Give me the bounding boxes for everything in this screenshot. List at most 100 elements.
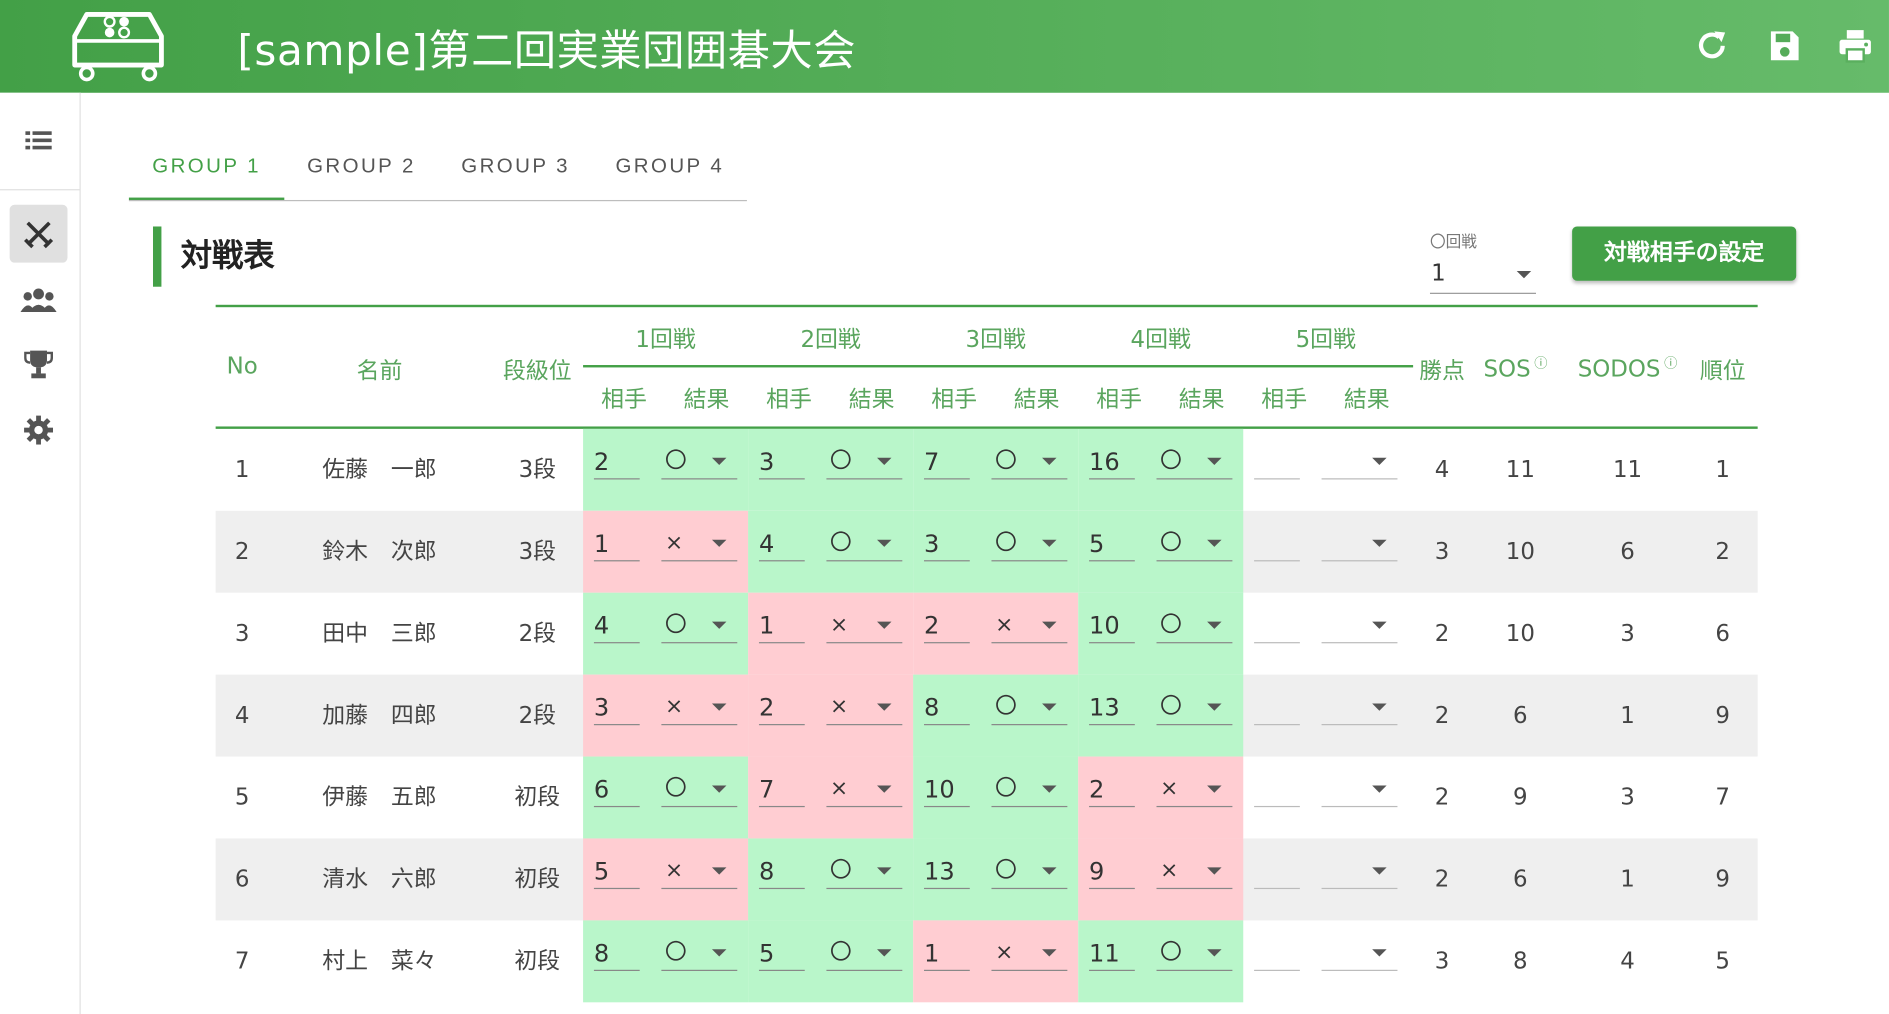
opponent-input[interactable]: 3	[924, 525, 970, 562]
result-select[interactable]: ×	[826, 607, 903, 644]
result-select[interactable]: 〇	[1156, 935, 1233, 971]
opponent-input[interactable]: 2	[758, 689, 805, 726]
result-select[interactable]: 〇	[826, 525, 903, 562]
opponent-input[interactable]: 7	[924, 443, 970, 480]
result-select[interactable]: 〇	[826, 853, 903, 890]
result-select[interactable]: ×	[661, 689, 738, 726]
cell-sos: 6	[1513, 866, 1528, 893]
chevron-down-icon	[1207, 949, 1222, 957]
opponent-input[interactable]: 1	[593, 525, 640, 562]
result-select[interactable]: 〇	[1156, 689, 1233, 726]
sidebar-item-players[interactable]	[10, 271, 68, 329]
cell-no: 5	[234, 784, 250, 811]
opponent-input[interactable]	[1254, 525, 1300, 562]
result-select[interactable]: ×	[1156, 771, 1233, 808]
result-select[interactable]	[1321, 525, 1398, 562]
result-select[interactable]: 〇	[991, 443, 1068, 480]
tab-group-4[interactable]: GROUP 4	[593, 133, 747, 200]
round-1-cell: 1 ×	[583, 510, 749, 593]
opponent-input[interactable]	[1254, 443, 1300, 480]
opponent-input[interactable]: 4	[593, 607, 640, 644]
result-select[interactable]	[1321, 771, 1398, 808]
result-value: 〇	[830, 857, 852, 884]
opponent-input[interactable]: 10	[924, 771, 970, 808]
result-select[interactable]: 〇	[661, 935, 738, 971]
opponent-input[interactable]	[1254, 853, 1300, 890]
result-select[interactable]: 〇	[1156, 525, 1233, 562]
cell-no: 1	[234, 456, 250, 484]
result-select[interactable]	[1321, 689, 1398, 726]
result-select[interactable]: ×	[661, 525, 738, 562]
info-icon[interactable]: ⓘ	[1664, 355, 1677, 371]
round-select[interactable]: 1	[1429, 253, 1536, 294]
result-select[interactable]: ×	[826, 771, 903, 808]
opponent-input[interactable]	[1254, 689, 1300, 726]
tab-group-1[interactable]: GROUP 1	[128, 133, 285, 200]
cell-name: 佐藤 一郎	[322, 456, 437, 484]
result-select[interactable]	[1321, 607, 1398, 644]
tab-group-3[interactable]: GROUP 3	[439, 133, 593, 200]
header-result: 結果	[848, 386, 895, 414]
info-icon[interactable]: ⓘ	[1534, 355, 1547, 371]
result-select[interactable]: 〇	[826, 443, 903, 480]
result-select[interactable]: 〇	[991, 689, 1068, 726]
sidebar-item-matches[interactable]	[9, 204, 68, 263]
result-select[interactable]: 〇	[826, 935, 903, 971]
result-select[interactable]: 〇	[1156, 443, 1233, 480]
result-select[interactable]: 〇	[661, 443, 738, 480]
result-select[interactable]: 〇	[661, 607, 738, 644]
print-icon[interactable]	[1836, 27, 1875, 66]
refresh-icon[interactable]	[1693, 27, 1732, 66]
opponent-input[interactable]: 3	[593, 689, 640, 726]
result-select[interactable]	[1321, 853, 1398, 890]
opponent-input[interactable]: 3	[758, 443, 805, 480]
opponent-input[interactable]: 5	[593, 853, 640, 890]
cell-points: 3	[1434, 948, 1450, 975]
opponent-input[interactable]: 2	[593, 443, 640, 480]
opponent-input[interactable]: 10	[1089, 607, 1135, 644]
header-round-2: 2回戦	[800, 326, 861, 353]
chevron-down-icon	[877, 867, 892, 875]
opponent-input[interactable]: 13	[924, 853, 970, 890]
opponent-input[interactable]: 8	[593, 935, 640, 971]
sidebar-item-settings[interactable]	[10, 401, 68, 459]
result-value: ×	[830, 611, 849, 638]
result-select[interactable]: ×	[1156, 853, 1233, 890]
opponent-input[interactable]	[1254, 935, 1300, 971]
opponent-input[interactable]: 1	[758, 607, 805, 644]
opponent-input[interactable]: 8	[924, 689, 970, 726]
sidebar-item-list[interactable]	[10, 112, 68, 170]
tab-group-2[interactable]: GROUP 2	[284, 133, 438, 200]
result-select[interactable]: 〇	[991, 525, 1068, 562]
result-select[interactable]: ×	[826, 689, 903, 726]
result-select[interactable]: ×	[661, 853, 738, 890]
opponent-input[interactable]: 7	[758, 771, 805, 808]
result-select[interactable]: 〇	[1156, 607, 1233, 644]
opponent-input[interactable]: 11	[1089, 935, 1135, 971]
opponent-input[interactable]: 5	[758, 935, 805, 971]
opponent-input[interactable]: 13	[1089, 689, 1135, 726]
opponent-input[interactable]: 16	[1089, 443, 1135, 480]
opponent-input[interactable]: 4	[758, 525, 805, 562]
opponent-input[interactable]: 2	[1089, 771, 1135, 808]
result-select[interactable]: ×	[991, 607, 1068, 644]
result-select[interactable]: ×	[991, 935, 1068, 971]
opponent-input[interactable]: 2	[924, 607, 970, 644]
opponent-input[interactable]: 5	[1089, 525, 1135, 562]
set-opponents-button[interactable]: 対戦相手の設定	[1572, 226, 1797, 281]
result-select[interactable]: 〇	[991, 853, 1068, 890]
opponent-input[interactable]	[1254, 771, 1300, 808]
result-select[interactable]: 〇	[991, 771, 1068, 808]
opponent-input[interactable]: 1	[924, 935, 970, 971]
result-select[interactable]	[1321, 443, 1398, 480]
opponent-input[interactable]: 6	[593, 771, 640, 808]
round-5-cell	[1243, 838, 1408, 920]
result-select[interactable]: 〇	[661, 771, 738, 808]
opponent-input[interactable]: 8	[758, 853, 805, 890]
opponent-input[interactable]	[1254, 607, 1300, 644]
sidebar-item-ranking[interactable]	[10, 335, 68, 393]
save-icon[interactable]	[1765, 27, 1804, 66]
opponent-input[interactable]: 9	[1089, 853, 1135, 890]
result-select[interactable]	[1321, 935, 1398, 971]
chevron-down-icon	[877, 621, 892, 629]
